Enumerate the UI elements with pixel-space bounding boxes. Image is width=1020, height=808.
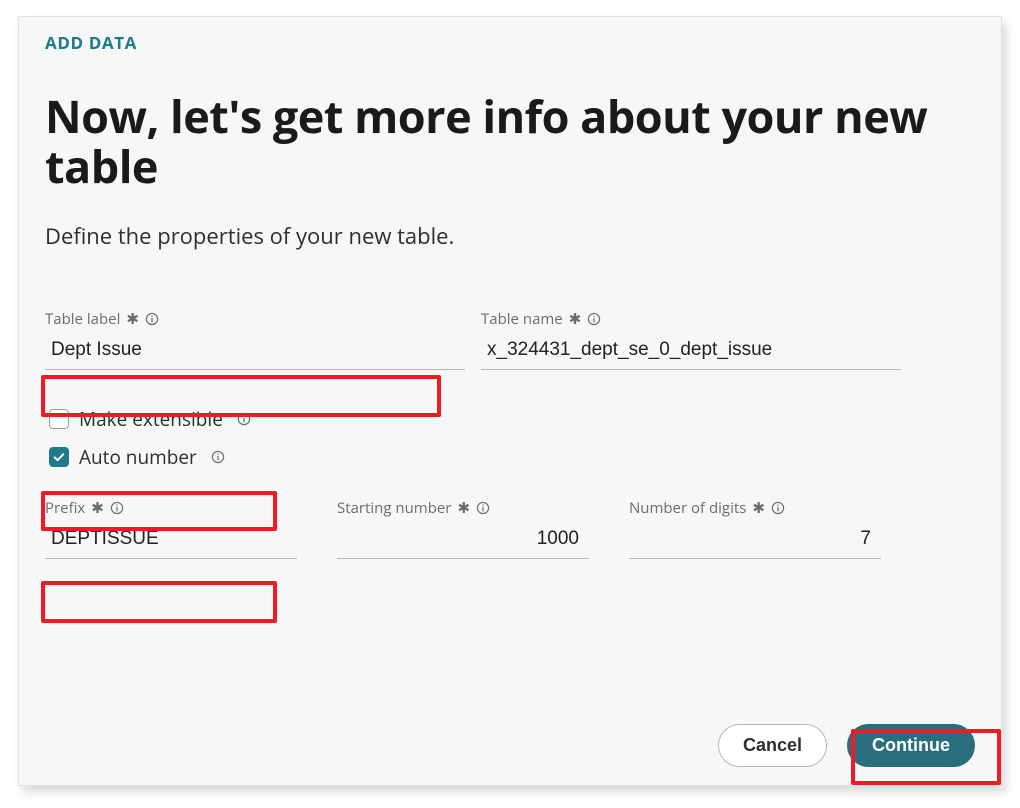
checkbox-label-make-extensible: Make extensible (79, 406, 223, 432)
label-table-name: Table name ✱ (481, 309, 901, 329)
highlight-prefix (41, 581, 277, 623)
info-icon[interactable] (237, 412, 251, 426)
label-prefix-text: Prefix (45, 498, 85, 518)
label-prefix: Prefix ✱ (45, 498, 297, 518)
continue-button[interactable]: Continue (847, 724, 975, 767)
page-subtitle: Define the properties of your new table. (45, 221, 977, 251)
label-starting-number: Starting number ✱ (337, 498, 589, 518)
required-asterisk-icon: ✱ (457, 498, 470, 518)
checkbox-row-make-extensible[interactable]: Make extensible (45, 400, 977, 438)
label-table-label: Table label ✱ (45, 309, 465, 329)
required-asterisk-icon: ✱ (569, 309, 582, 329)
field-table-label: Table label ✱ (45, 309, 465, 370)
info-icon[interactable] (771, 501, 785, 515)
label-starting-number-text: Starting number (337, 498, 451, 518)
info-icon[interactable] (587, 312, 601, 326)
checkbox-label-auto-number: Auto number (79, 444, 197, 470)
checkbox-make-extensible[interactable] (49, 409, 69, 429)
info-icon[interactable] (211, 450, 225, 464)
page-title: Now, let's get more info about your new … (45, 92, 977, 193)
label-table-name-text: Table name (481, 309, 563, 329)
info-icon[interactable] (110, 501, 124, 515)
input-prefix[interactable] (45, 522, 297, 559)
input-table-label[interactable] (45, 333, 465, 370)
cancel-button[interactable]: Cancel (718, 724, 827, 767)
breadcrumb: ADD DATA (45, 31, 977, 54)
label-table-label-text: Table label (45, 309, 120, 329)
field-starting-number: Starting number ✱ (337, 498, 589, 559)
required-asterisk-icon: ✱ (752, 498, 765, 518)
input-starting-number[interactable] (337, 522, 589, 559)
label-number-of-digits: Number of digits ✱ (629, 498, 881, 518)
field-number-of-digits: Number of digits ✱ (629, 498, 881, 559)
info-icon[interactable] (476, 501, 490, 515)
checkbox-row-auto-number[interactable]: Auto number (45, 438, 977, 476)
label-number-of-digits-text: Number of digits (629, 498, 746, 518)
footer-buttons: Cancel Continue (718, 724, 975, 767)
input-table-name[interactable] (481, 333, 901, 370)
dialog-add-data: ADD DATA Now, let's get more info about … (18, 16, 1002, 786)
field-prefix: Prefix ✱ (45, 498, 297, 559)
required-asterisk-icon: ✱ (126, 309, 139, 329)
field-table-name: Table name ✱ (481, 309, 901, 370)
required-asterisk-icon: ✱ (91, 498, 104, 518)
input-number-of-digits[interactable] (629, 522, 881, 559)
checkbox-auto-number[interactable] (49, 447, 69, 467)
checkbox-group: Make extensible Auto number (45, 400, 977, 476)
info-icon[interactable] (145, 312, 159, 326)
